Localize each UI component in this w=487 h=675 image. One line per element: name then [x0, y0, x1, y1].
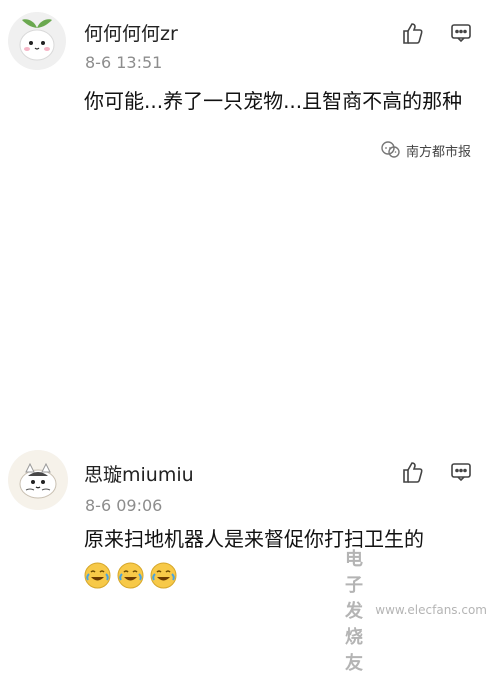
avatar[interactable]	[8, 12, 66, 70]
laughing-crying-emoji-icon	[117, 562, 144, 589]
laughing-crying-emoji-icon	[150, 562, 177, 589]
comment-icon[interactable]	[448, 459, 474, 485]
watermark-brand-url: www.elecfans.com	[375, 603, 487, 617]
watermark-brand-name: 电子发烧友	[345, 549, 363, 674]
thumbs-up-icon[interactable]	[399, 20, 425, 46]
comment-icon[interactable]	[448, 20, 474, 46]
watermark-brand: 电子发烧友 www.elecfans.com	[345, 545, 487, 675]
watermark-text: 南方都市报	[406, 144, 472, 160]
wechat-logo-icon	[380, 139, 402, 161]
comment-item: 何何何何zr 8-6 13:51 你可能...养了一只宠物...且智商不高的那种	[0, 0, 487, 185]
username: 何何何何zr	[84, 23, 178, 45]
laughing-crying-emoji-icon	[84, 562, 111, 589]
thumbs-up-icon[interactable]	[399, 459, 425, 485]
timestamp: 8-6 09:06	[85, 496, 163, 515]
comment-item: 思璇miumiu 8-6 09:06 原来扫地机器人是来督促你打扫卫生的 电子发…	[0, 215, 487, 674]
emoji-group	[84, 562, 177, 589]
watermark-source: 南方都市报	[380, 139, 471, 161]
avatar[interactable]	[8, 450, 68, 510]
username: 思璇miumiu	[84, 464, 194, 486]
comment-text: 你可能...养了一只宠物...且智商不高的那种	[84, 89, 463, 113]
timestamp: 8-6 13:51	[85, 53, 163, 72]
